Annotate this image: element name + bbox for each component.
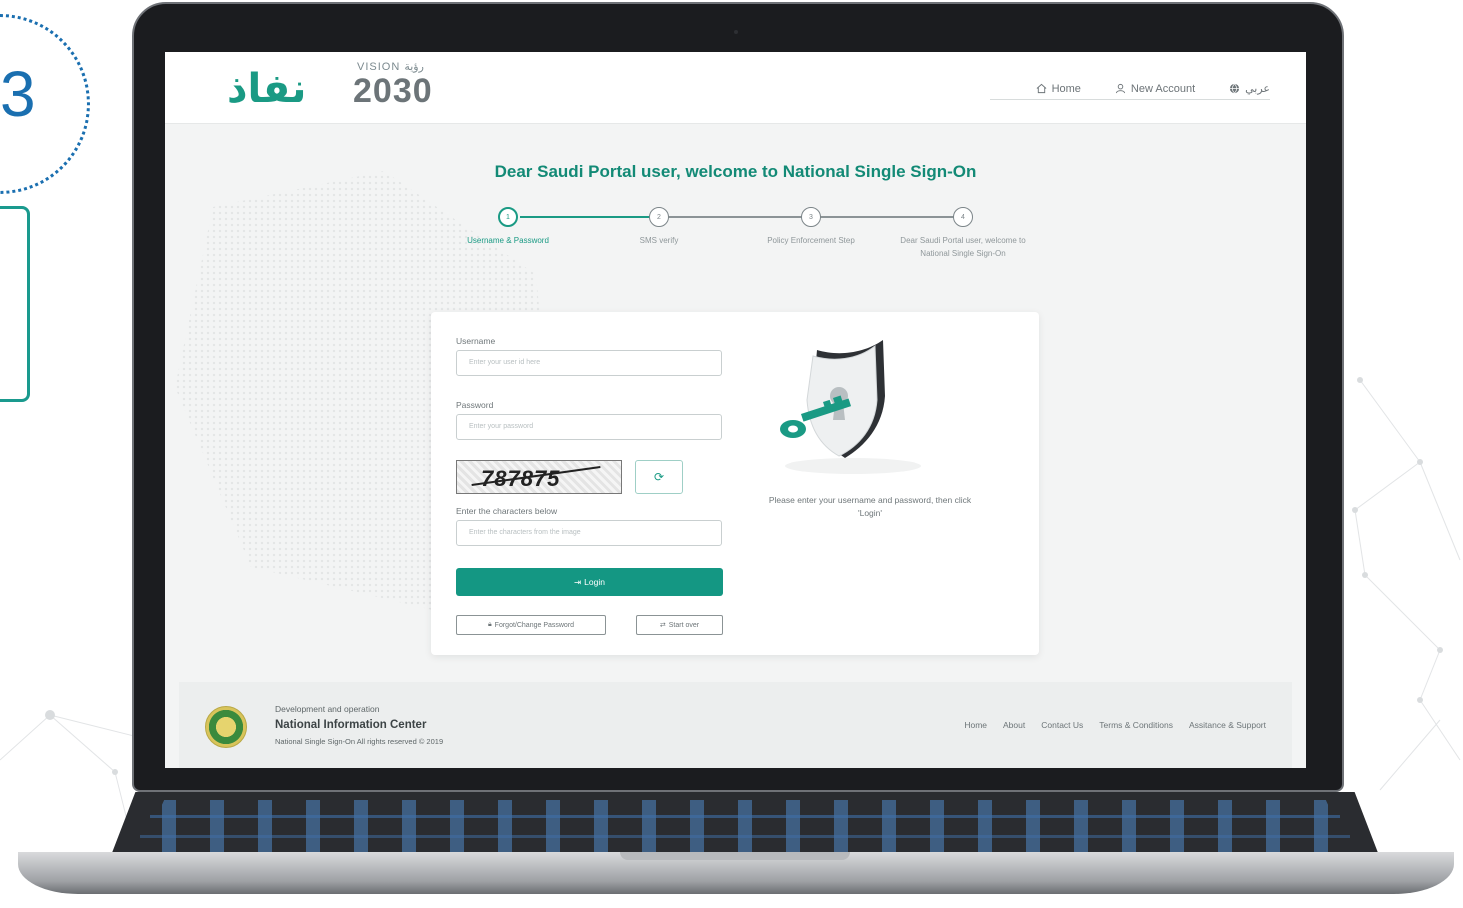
footer-links: Home About Contact Us Terms & Conditions… <box>964 720 1266 730</box>
password-placeholder: Enter your password <box>469 423 534 430</box>
header-nav: Home New Account عربي <box>1036 82 1270 95</box>
footer-link-home[interactable]: Home <box>964 720 987 730</box>
laptop-keyboard-row <box>150 815 1340 818</box>
step-badge-number: 3 <box>0 58 36 130</box>
nafath-logo[interactable]: نفاذ <box>227 66 306 112</box>
stepper-progress-done <box>520 216 660 218</box>
globe-icon <box>1230 83 1240 94</box>
login-button[interactable]: ⇥ Login <box>456 568 723 596</box>
shield-key-illustration <box>780 340 921 474</box>
password-input[interactable]: Enter your password <box>456 414 722 440</box>
footer-link-terms[interactable]: Terms & Conditions <box>1099 720 1173 730</box>
forgot-password-button[interactable]: 🔒︎ Forgot/Change Password <box>456 615 606 635</box>
login-hint: Please enter your username and password,… <box>768 495 972 518</box>
footer-title: National Information Center <box>275 719 427 731</box>
laptop-camera <box>734 30 738 34</box>
nav-new-account-label: New Account <box>1130 82 1196 95</box>
site-footer: Development and operation National Infor… <box>179 682 1292 768</box>
footer-tagline: Development and operation <box>275 704 380 714</box>
footer-link-support[interactable]: Assitance & Support <box>1189 720 1266 730</box>
footer-link-about[interactable]: About <box>1003 720 1025 730</box>
nav-underline <box>990 99 1270 100</box>
nav-language-label: عربي <box>1245 83 1270 95</box>
footer-copyright: National Single Sign-On All rights reser… <box>275 737 444 746</box>
user-icon <box>1115 83 1126 94</box>
promo-image: 3 نفاذ VISION رؤية 2030 Home New Account… <box>0 0 1463 908</box>
login-label: Login <box>584 577 605 587</box>
username-placeholder: Enter your user id here <box>469 359 541 366</box>
lock-icon: 🔒︎ <box>487 621 492 628</box>
site-header: نفاذ VISION رؤية 2030 Home New Account ع… <box>165 52 1306 124</box>
forgot-password-label: Forgot/Change Password <box>494 621 575 629</box>
username-label: Username <box>456 336 496 346</box>
start-over-label: Start over <box>668 621 700 629</box>
step-4-circle: 4 <box>953 207 973 227</box>
captcha-label: Enter the characters below <box>456 506 558 516</box>
step-3-label: Policy Enforcement Step <box>767 236 855 245</box>
step-3-circle: 3 <box>801 207 821 227</box>
captcha-image: 787875 <box>456 460 622 494</box>
nav-new-account[interactable]: New Account <box>1115 82 1195 95</box>
step-4-label: Dear Saudi Portal user, welcome to Natio… <box>900 236 1026 258</box>
welcome-title: Dear Saudi Portal user, welcome to Natio… <box>494 162 977 181</box>
step-2-circle: 2 <box>649 207 669 227</box>
captcha-input[interactable]: Enter the characters from the image <box>456 520 722 546</box>
vision-year: 2030 <box>353 72 433 110</box>
start-over-button[interactable]: ⇄ Start over <box>636 615 723 635</box>
step-2-label: SMS verify <box>639 236 679 245</box>
nav-home-label: Home <box>1051 82 1081 95</box>
nic-emblem-logo <box>205 706 247 748</box>
laptop-screen: نفاذ VISION رؤية 2030 Home New Account ع… <box>165 52 1306 768</box>
step-1-label: Username & Password <box>467 236 549 245</box>
refresh-icon: ⟳ <box>653 470 665 484</box>
login-icon: ⇥ <box>574 576 582 587</box>
laptop-notch <box>620 852 850 860</box>
step-badge-bar <box>0 206 30 402</box>
username-input[interactable]: Enter your user id here <box>456 350 722 376</box>
login-card: Username Enter your user id here Passwor… <box>431 312 1039 655</box>
home-icon <box>1036 83 1046 94</box>
captcha-placeholder: Enter the characters from the image <box>469 529 581 536</box>
password-label: Password <box>456 400 494 410</box>
laptop-keyboard-keys <box>140 800 1350 852</box>
laptop-keyboard-row <box>140 835 1350 838</box>
vision-2030-logo: VISION رؤية 2030 <box>353 60 467 116</box>
step-1-circle: 1 <box>498 207 518 227</box>
footer-link-contact[interactable]: Contact Us <box>1041 720 1083 730</box>
refresh-captcha-button[interactable]: ⟳ <box>635 460 683 494</box>
nav-language[interactable]: عربي <box>1229 82 1270 95</box>
nav-home[interactable]: Home <box>1036 82 1081 95</box>
restart-icon: ⇄ <box>659 622 666 629</box>
